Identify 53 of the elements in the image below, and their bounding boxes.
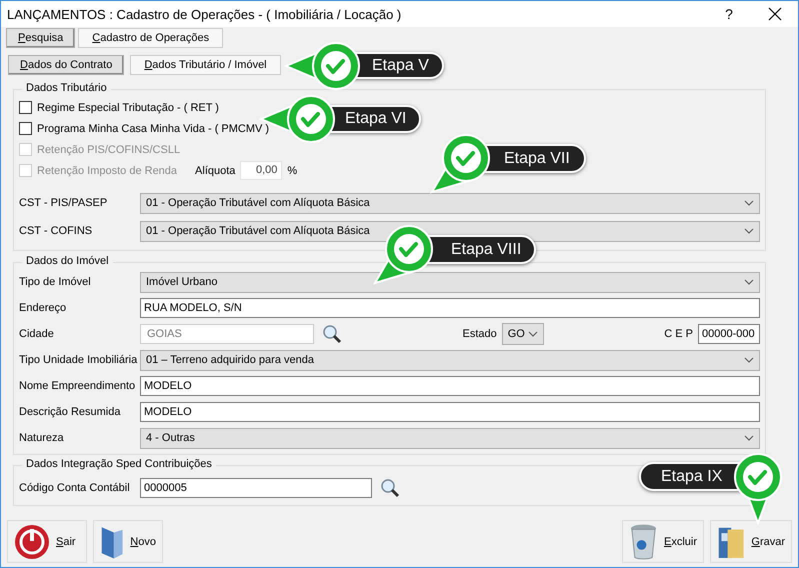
- field-label: Tipo de Imóvel: [19, 276, 92, 288]
- tab[interactable]: Dados do Contrato: [8, 55, 124, 75]
- tab[interactable]: Cadastro de Operações: [78, 28, 224, 48]
- dropdown[interactable]: Imóvel Urbano: [140, 272, 760, 292]
- chevron-down-icon: [744, 279, 754, 285]
- checkbox-label: Programa Minha Casa Minha Vida - ( PMCMV ): [37, 122, 270, 134]
- field-label: Alíquota: [195, 164, 236, 176]
- group-title: Dados Integração Sped Contribuições: [22, 458, 216, 470]
- dropdown[interactable]: 4 - Outras: [140, 428, 760, 448]
- field-label: Natureza: [19, 432, 65, 444]
- tab[interactable]: Dados Tributário / Imóvel: [130, 55, 281, 75]
- unit-label: %: [287, 164, 298, 176]
- checkbox[interactable]: [19, 101, 32, 114]
- search-icon: [322, 324, 342, 344]
- toolbar-button[interactable]: Sair: [7, 520, 87, 563]
- tab[interactable]: Pesquisa: [6, 28, 76, 48]
- search-icon: [380, 478, 400, 498]
- checkbox[interactable]: [19, 122, 32, 135]
- toolbar-button[interactable]: Gravar: [710, 520, 792, 563]
- field-label: Descrição Resumida: [19, 406, 122, 418]
- field-label: Endereço: [19, 302, 68, 314]
- checkbox-label: Retenção PIS/COFINS/CSLL: [37, 144, 180, 156]
- help-button[interactable]: ?: [706, 1, 752, 27]
- window-title: LANÇAMENTOS : Cadastro de Operações - ( Imobiliária / Locação ): [7, 6, 402, 22]
- field-label: Cidade: [19, 328, 55, 340]
- field-label: Tipo Unidade Imobiliária: [19, 354, 138, 366]
- chevron-down-icon: [528, 331, 538, 337]
- checkbox-label: Regime Especial Tributação - ( RET ): [37, 102, 219, 114]
- chevron-down-icon: [744, 200, 754, 206]
- dropdown[interactable]: 01 - Operação Tributável com Alíquota Básica: [140, 192, 760, 214]
- text-field[interactable]: RUA MODELO, S/N: [140, 298, 760, 318]
- chevron-down-icon: [744, 357, 754, 363]
- field-label: CST - COFINS: [19, 225, 94, 237]
- dropdown[interactable]: 01 – Terreno adquirido para venda: [140, 350, 760, 370]
- field-label: CST - PIS/PASEP: [19, 197, 108, 209]
- text-field[interactable]: 0000005: [140, 478, 372, 498]
- close-icon: [768, 7, 782, 21]
- field-label: Nome Empreendimento: [19, 380, 136, 392]
- chevron-down-icon: [744, 435, 754, 441]
- text-field[interactable]: MODELO: [140, 402, 760, 422]
- group-title: Dados do Imóvel: [22, 255, 113, 267]
- field-label: Código Conta Contábil: [19, 482, 131, 494]
- chevron-down-icon: [744, 228, 754, 234]
- checkbox-label: Retenção Imposto de Renda: [37, 164, 178, 176]
- trash-bin-icon: [629, 522, 658, 560]
- toolbar-button[interactable]: Novo: [93, 520, 163, 563]
- group-title: Dados Tributário: [22, 82, 111, 94]
- field-label: C E P: [664, 328, 693, 340]
- power-icon: [14, 524, 50, 560]
- text-field[interactable]: MODELO: [140, 376, 760, 396]
- dropdown[interactable]: 01 - Operação Tributável com Alíquota Básica: [140, 220, 760, 242]
- field-label: Estado: [462, 328, 497, 340]
- toolbar-button[interactable]: Excluir: [622, 520, 704, 563]
